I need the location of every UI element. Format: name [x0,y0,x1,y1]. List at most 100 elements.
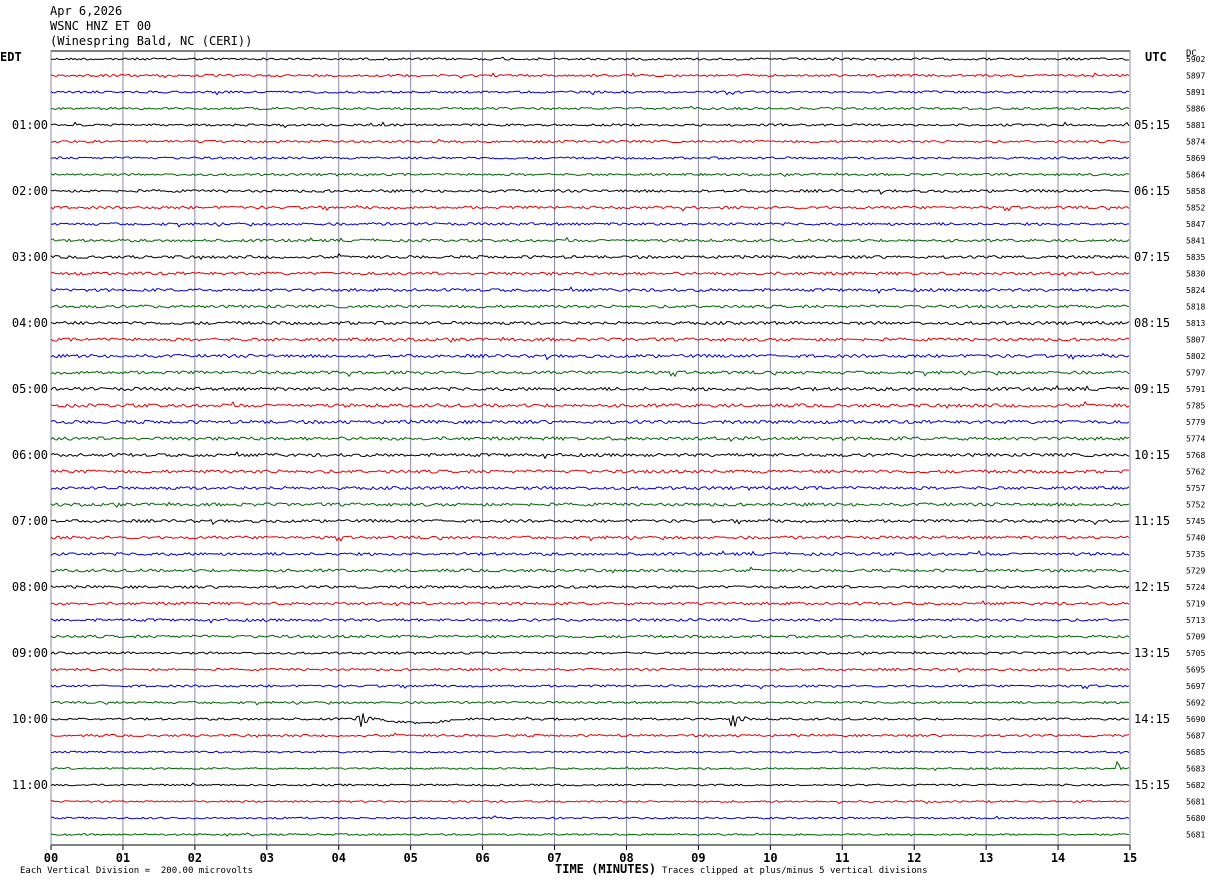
dc-offset-label-41: 5687 [1186,732,1205,741]
left-hour-label-0400: 04:00 [12,316,48,330]
dc-offset-label-9: 5852 [1186,204,1205,213]
dc-offset-label-46: 5680 [1186,814,1205,823]
dc-offset-label-24: 5768 [1186,451,1205,460]
dc-offset-label-16: 5813 [1186,319,1205,328]
right-hour-label-1015: 10:15 [1134,448,1170,462]
dc-offset-label-23: 5774 [1186,435,1205,444]
left-hour-label-0200: 02:00 [12,184,48,198]
dc-offset-label-40: 5690 [1186,715,1205,724]
trace-row-44 [50,782,1130,787]
dc-offset-label-4: 5881 [1186,121,1205,130]
dc-offset-label-34: 5713 [1186,616,1205,625]
trace-row-7 [50,172,1130,178]
trace-row-35 [50,634,1130,639]
dc-offset-label-1: 5897 [1186,72,1205,81]
trace-row-24 [50,451,1130,460]
dc-offset-label-18: 5802 [1186,352,1205,361]
x-tick-label-00: 00 [44,851,58,865]
dc-offset-label-36: 5705 [1186,649,1205,658]
dc-offset-label-25: 5762 [1186,468,1205,477]
dc-offset-label-3: 5886 [1186,105,1205,114]
dc-offset-label-12: 5835 [1186,253,1205,262]
right-hour-label-1315: 13:15 [1134,646,1170,660]
trace-row-23 [50,436,1130,443]
x-tick-label-01: 01 [116,851,130,865]
dc-offset-label-19: 5797 [1186,369,1205,378]
trace-row-43 [50,760,1130,772]
trace-row-36 [50,650,1130,656]
dc-offset-label-6: 5869 [1186,154,1205,163]
trace-row-37 [50,667,1130,673]
right-hour-label-0615: 06:15 [1134,184,1170,198]
trace-row-18 [50,352,1130,361]
x-tick-label-05: 05 [403,851,417,865]
trace-row-25 [50,469,1130,474]
right-hour-label-0715: 07:15 [1134,250,1170,264]
trace-row-42 [50,750,1130,755]
trace-row-13 [50,271,1130,277]
dc-offset-label-28: 5745 [1186,517,1205,526]
dc-offset-label-38: 5697 [1186,682,1205,691]
right-hour-label-1215: 12:15 [1134,580,1170,594]
trace-row-16 [50,320,1130,326]
trace-row-41 [50,732,1130,738]
dc-offset-label-42: 5685 [1186,748,1205,757]
dc-offset-label-11: 5841 [1186,237,1205,246]
trace-row-5 [50,138,1130,144]
trace-row-2 [50,90,1130,96]
dc-offset-label-45: 5681 [1186,798,1205,807]
trace-row-17 [50,336,1130,343]
dc-offset-label-27: 5752 [1186,501,1205,510]
trace-row-20 [50,385,1130,392]
dc-offset-label-2: 5891 [1186,88,1205,97]
x-tick-label-14: 14 [1051,851,1065,865]
dc-offset-label-13: 5830 [1186,270,1205,279]
trace-row-1 [50,72,1130,79]
dc-offset-label-31: 5729 [1186,567,1205,576]
trace-row-27 [50,501,1130,508]
dc-offset-label-33: 5719 [1186,600,1205,609]
dc-offset-label-47: 5681 [1186,831,1205,840]
trace-row-12 [50,252,1130,261]
trace-row-38 [50,683,1130,690]
trace-row-3 [51,105,1130,111]
trace-row-33 [50,600,1130,607]
dc-offset-label-44: 5682 [1186,781,1205,790]
trace-row-9 [50,204,1130,212]
trace-row-34 [50,617,1130,624]
dc-offset-label-26: 5757 [1186,484,1205,493]
dc-offset-label-30: 5735 [1186,550,1205,559]
dc-offset-label-15: 5818 [1186,303,1205,312]
trace-row-45 [50,799,1130,805]
trace-row-31 [50,566,1130,574]
dc-offset-label-7: 5864 [1186,171,1205,180]
x-tick-label-09: 09 [691,851,705,865]
left-hour-label-0900: 09:00 [12,646,48,660]
dc-offset-label-8: 5858 [1186,187,1205,196]
x-tick-label-11: 11 [835,851,849,865]
right-hour-label-0815: 08:15 [1134,316,1170,330]
dc-offset-label-20: 5791 [1186,385,1205,394]
dc-offset-label-5: 5874 [1186,138,1205,147]
left-hour-label-1100: 11:00 [12,778,48,792]
trace-row-39 [50,700,1130,706]
right-hour-label-0915: 09:15 [1134,382,1170,396]
trace-row-8 [50,188,1130,195]
left-hour-label-0600: 06:00 [12,448,48,462]
trace-row-47 [50,832,1130,837]
trace-row-4 [50,121,1130,129]
trace-row-0 [51,56,1130,61]
dc-offset-label-21: 5785 [1186,402,1205,411]
left-hour-label-0800: 08:00 [12,580,48,594]
dc-offset-label-37: 5695 [1186,666,1205,675]
left-hour-label-0300: 03:00 [12,250,48,264]
x-tick-label-15: 15 [1123,851,1137,865]
x-tick-label-04: 04 [332,851,346,865]
right-hour-label-0515: 05:15 [1134,118,1170,132]
trace-row-46 [50,815,1130,820]
trace-row-10 [50,221,1130,228]
trace-row-29 [50,535,1130,542]
dc-offset-label-29: 5740 [1186,534,1205,543]
trace-row-22 [50,419,1130,425]
helicorder-chart: 00 01 02 03 04 05 06 07 08 09 10 11 12 13 14 1559025897… [12,50,1205,865]
